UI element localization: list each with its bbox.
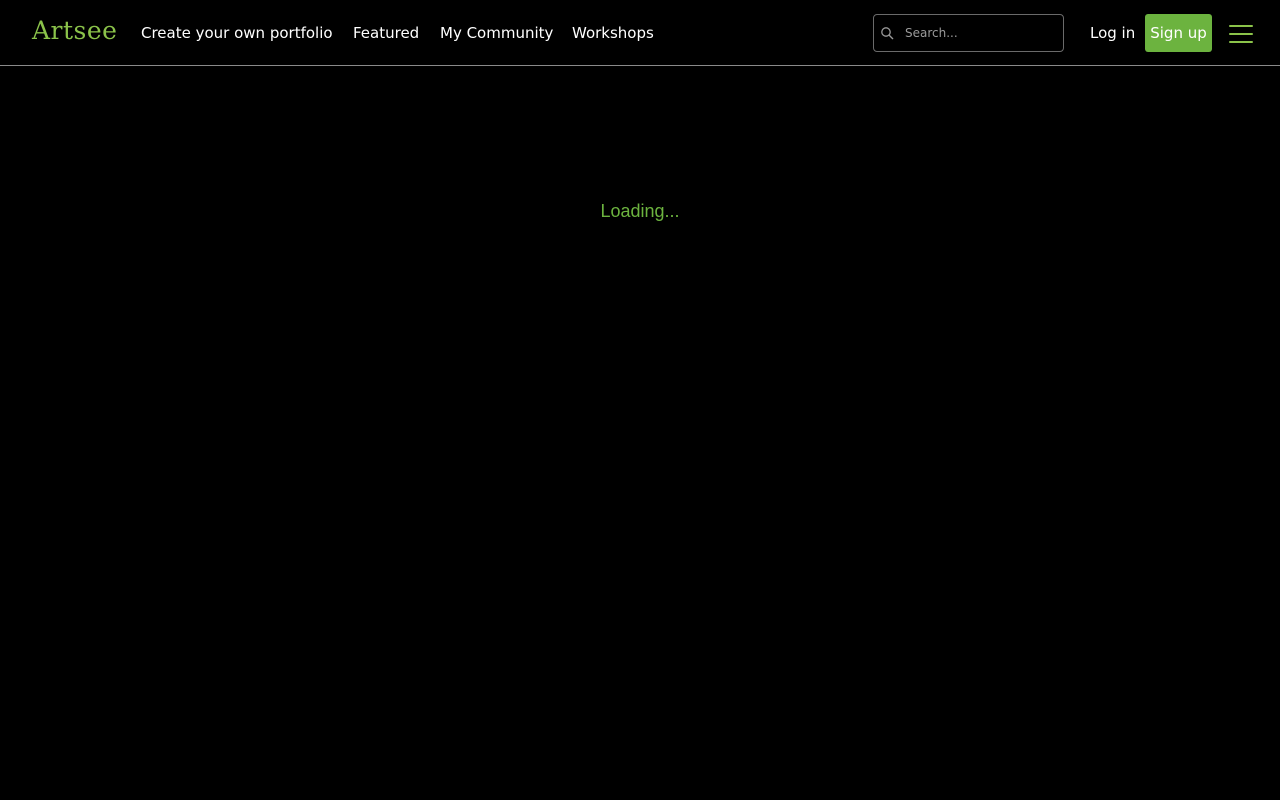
login-link[interactable]: Log in (1090, 22, 1135, 44)
search-icon (881, 27, 894, 40)
nav-featured[interactable]: Featured (353, 22, 419, 44)
search-input[interactable] (905, 15, 1055, 51)
menu-bar-top (1229, 25, 1253, 27)
artsee-logo[interactable]: Artsee (32, 14, 117, 48)
search-box[interactable] (873, 14, 1064, 52)
menu-bar-middle (1229, 33, 1253, 35)
nav-my-community[interactable]: My Community (440, 22, 553, 44)
signup-button[interactable]: Sign up (1145, 14, 1212, 52)
nav-create-portfolio[interactable]: Create your own portfolio (141, 22, 333, 44)
menu-bar-bottom (1229, 41, 1253, 43)
nav-workshops[interactable]: Workshops (572, 22, 654, 44)
loading-indicator: Loading... (600, 201, 680, 221)
hamburger-menu-icon[interactable] (1226, 20, 1256, 48)
top-navigation-bar: Artsee Create your own portfolio Feature… (0, 0, 1280, 66)
